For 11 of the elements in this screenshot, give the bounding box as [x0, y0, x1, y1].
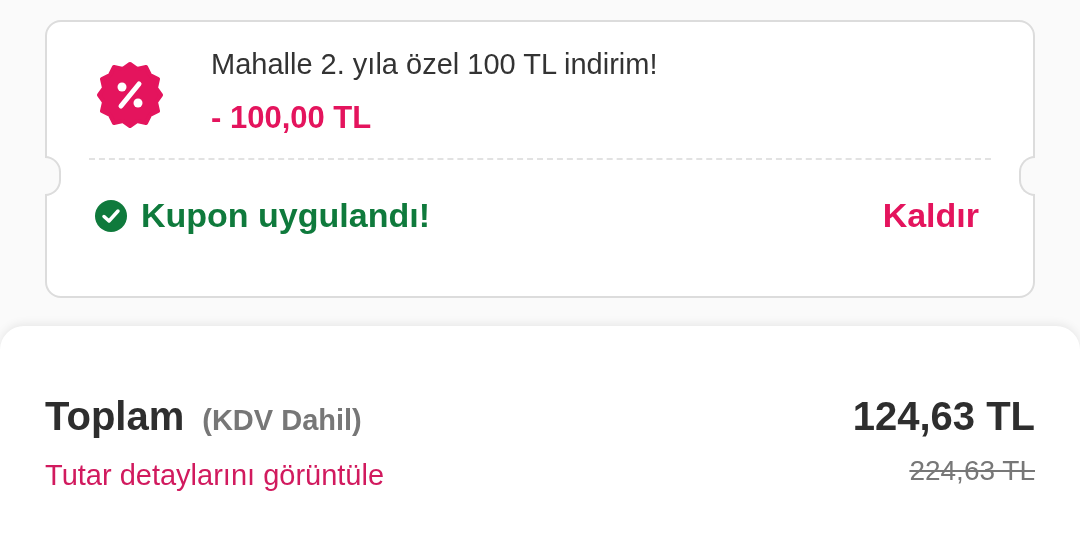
check-circle-icon	[95, 199, 127, 232]
total-label: Toplam	[45, 393, 185, 440]
discount-amount: - 100,00 TL	[211, 99, 373, 137]
details-link[interactable]: Tutar detaylarını görüntüle	[45, 454, 385, 498]
tax-note: (KDV Dahil)	[202, 403, 362, 438]
discount-badge-icon	[97, 62, 163, 128]
coupon-title: Mahalle 2. yıla özel 100 TL indirim!	[211, 47, 658, 82]
remove-link[interactable]: Kaldır	[882, 190, 979, 241]
coupon-status: Kupon uygulandı!	[141, 195, 430, 236]
original-amount: 224,63 TL	[909, 454, 1035, 488]
total-amount: 124,63 TL	[852, 393, 1035, 440]
